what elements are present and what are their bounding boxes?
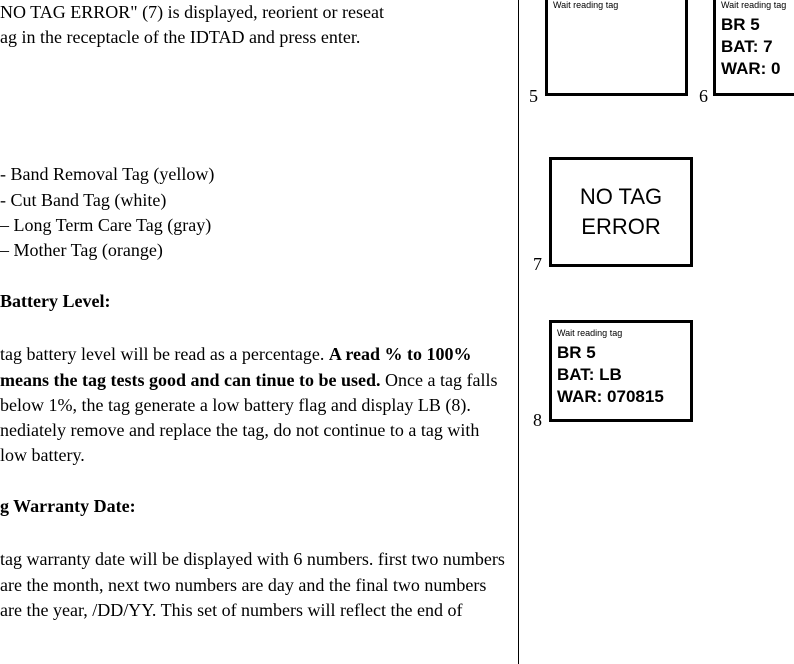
device-line: WAR: 070815 (552, 386, 690, 408)
battery-heading: Battery Level: (0, 289, 508, 314)
warranty-paragraph: tag warranty date will be displayed with… (0, 547, 508, 623)
figure-label-8: 8 (533, 408, 542, 433)
list-item: – Long Term Care Tag (gray) (0, 213, 508, 238)
device-box-8: Wait reading tag BR 5 BAT: LB WAR: 07081… (549, 320, 693, 422)
text-line: ag in the receptacle of the IDTAD and pr… (0, 27, 360, 47)
device-line: WAR: 0 (716, 58, 794, 80)
figure-label-5: 5 (529, 84, 538, 109)
text: tag warranty date will be displayed with… (0, 549, 505, 619)
figure-label-7: 7 (533, 252, 542, 277)
figure-label-6: 6 (699, 84, 708, 109)
list-item: - Cut Band Tag (white) (0, 188, 508, 213)
device-status: Wait reading tag (552, 323, 690, 342)
device-status: Wait reading tag (716, 0, 794, 14)
device-line: BR 5 (552, 342, 690, 364)
text-column: NO TAG ERROR" (7) is displayed, reorient… (0, 0, 518, 664)
device-box-5: Wait reading tag (545, 0, 688, 96)
device-line: BR 5 (716, 14, 794, 36)
battery-paragraph: tag battery level will be read as a perc… (0, 342, 508, 468)
text: tag battery level will be read as a perc… (0, 344, 329, 364)
list-item: – Mother Tag (orange) (0, 238, 508, 263)
device-line: BAT: LB (552, 364, 690, 386)
page: NO TAG ERROR" (7) is displayed, reorient… (0, 0, 794, 664)
intro-paragraph: NO TAG ERROR" (7) is displayed, reorient… (0, 0, 508, 50)
device-box-6: Wait reading tag BR 5 BAT: 7 WAR: 0 (713, 0, 794, 96)
text-line: NO TAG ERROR" (7) is displayed, reorient… (0, 2, 384, 22)
figure-column: Wait reading tag 5 Wait reading tag BR 5… (519, 0, 794, 664)
tag-list: - Band Removal Tag (yellow) - Cut Band T… (0, 162, 508, 263)
device-line: BAT: 7 (716, 36, 794, 58)
list-item: - Band Removal Tag (yellow) (0, 162, 508, 187)
warranty-heading: g Warranty Date: (0, 494, 508, 519)
device-line: NO TAG (580, 182, 662, 212)
device-status: Wait reading tag (548, 0, 685, 14)
device-line: ERROR (581, 212, 660, 242)
device-box-7: NO TAG ERROR (549, 157, 693, 267)
